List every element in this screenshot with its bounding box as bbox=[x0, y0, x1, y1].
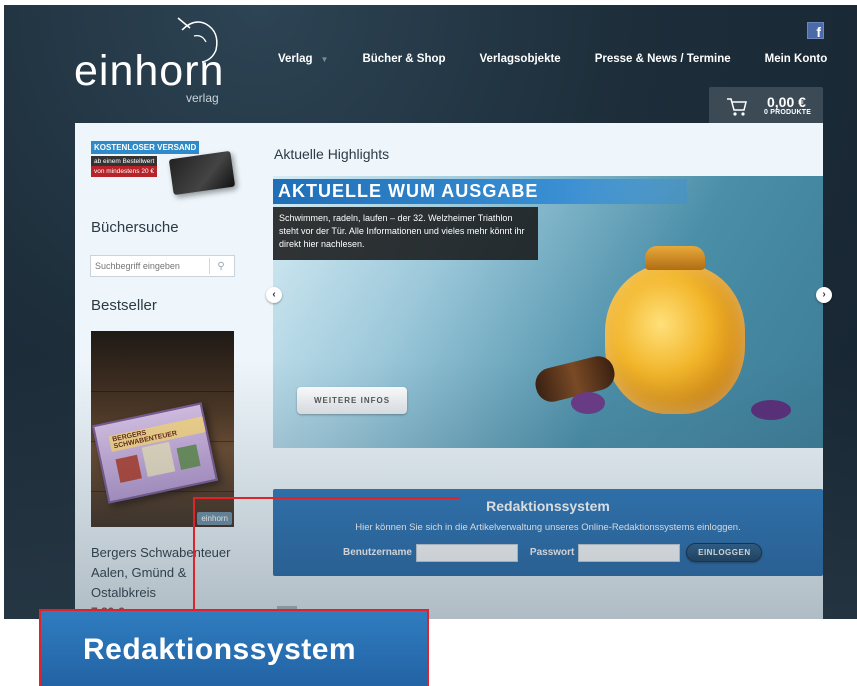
einhorn-watermark: einhorn bbox=[197, 512, 232, 525]
slide-caption: Schwimmen, radeln, laufen – der 32. Welz… bbox=[273, 207, 538, 260]
flower-image bbox=[751, 400, 791, 420]
search-icon[interactable]: ⚲ bbox=[210, 261, 232, 272]
free-shipping-banner[interactable]: KOSTENLOSER VERSAND ab einem Bestellwert… bbox=[91, 141, 236, 201]
facebook-icon[interactable]: f bbox=[807, 22, 824, 40]
book-search-title: Büchersuche bbox=[91, 219, 179, 236]
nav-verlagsobjekte[interactable]: Verlagsobjekte bbox=[480, 53, 561, 65]
bestseller-title: Bestseller bbox=[91, 297, 157, 314]
login-button[interactable]: EINLOGGEN bbox=[686, 543, 763, 562]
slider-next-icon[interactable]: › bbox=[816, 287, 832, 303]
book-search: ⚲ bbox=[90, 255, 235, 277]
password-label: Passwort bbox=[529, 547, 575, 558]
caret-down-icon: ▼ bbox=[320, 54, 329, 64]
nav-verlag[interactable]: Verlag ▼ bbox=[278, 53, 328, 65]
more-info-button[interactable]: WEITERE INFOS bbox=[297, 387, 407, 414]
logo-subtitle: verlag bbox=[186, 91, 219, 105]
callout-line bbox=[193, 497, 460, 499]
website-page: einhorn verlag Verlag ▼ Bücher & Shop Ver… bbox=[4, 5, 857, 619]
nav-verlag-label: Verlag bbox=[278, 53, 313, 65]
content-panel: KOSTENLOSER VERSAND ab einem Bestellwert… bbox=[75, 123, 832, 619]
unicorn-icon bbox=[177, 17, 218, 63]
nav-buecher-shop[interactable]: Bücher & Shop bbox=[362, 53, 445, 65]
callout-line bbox=[193, 498, 195, 610]
main-navigation: Verlag ▼ Bücher & Shop Verlagsobjekte Pre… bbox=[278, 53, 857, 65]
cover-house bbox=[141, 441, 176, 478]
username-label: Benutzername bbox=[343, 547, 412, 558]
shipping-box-image bbox=[168, 150, 236, 196]
zoom-callout-text: Redaktionssystem bbox=[83, 633, 357, 666]
search-input[interactable] bbox=[91, 261, 209, 271]
cart-widget[interactable]: 0,00 € 0 PRODUKTE bbox=[709, 87, 823, 127]
password-field[interactable] bbox=[578, 543, 681, 562]
cover-house bbox=[115, 454, 142, 483]
nav-presse-news[interactable]: Presse & News / Termine bbox=[595, 53, 731, 65]
redaktion-description: Hier können Sie sich in die Artikelverwa… bbox=[355, 522, 741, 533]
zoom-callout: Redaktionssystem bbox=[39, 609, 429, 686]
einhorn-logo[interactable]: einhorn verlag bbox=[74, 17, 224, 105]
cover-house bbox=[176, 444, 201, 470]
highlights-title: Aktuelle Highlights bbox=[274, 146, 390, 162]
slide-headline-bar: AKTUELLE WUM AUSGABE bbox=[273, 179, 687, 204]
shipping-headline: KOSTENLOSER VERSAND bbox=[91, 141, 200, 154]
username-field[interactable] bbox=[415, 543, 518, 562]
shipping-minimum: von mindestens 20 € bbox=[91, 166, 157, 177]
highlight-slider: AKTUELLE WUM AUSGABE Schwimmen, radeln, … bbox=[273, 176, 823, 448]
honey-jar-image bbox=[605, 246, 745, 416]
jar-body bbox=[605, 264, 745, 414]
slide-headline: AKTUELLE WUM AUSGABE bbox=[278, 181, 539, 201]
bestseller-name[interactable]: Bergers Schwabenteuer Aalen, Gmünd & Ost… bbox=[91, 543, 241, 603]
shopping-cart-icon bbox=[727, 98, 747, 116]
flower-image bbox=[571, 392, 605, 414]
cart-count: 0 PRODUKTE bbox=[764, 109, 812, 116]
cart-amount: 0,00 € bbox=[767, 94, 806, 110]
wood-plank bbox=[91, 391, 234, 392]
book-cover: BERGERS SCHWABENTEUER bbox=[91, 402, 219, 504]
nav-mein-konto[interactable]: Mein Konto bbox=[765, 53, 828, 65]
redaktion-title: Redaktionssystem bbox=[486, 498, 610, 514]
slider-prev-icon[interactable]: ‹ bbox=[266, 287, 282, 303]
redaktion-login-panel: Redaktionssystem Hier können Sie sich in… bbox=[273, 489, 823, 576]
jar-lid bbox=[645, 246, 705, 270]
login-row: Benutzername Passwort EINLOGGEN bbox=[343, 543, 763, 562]
